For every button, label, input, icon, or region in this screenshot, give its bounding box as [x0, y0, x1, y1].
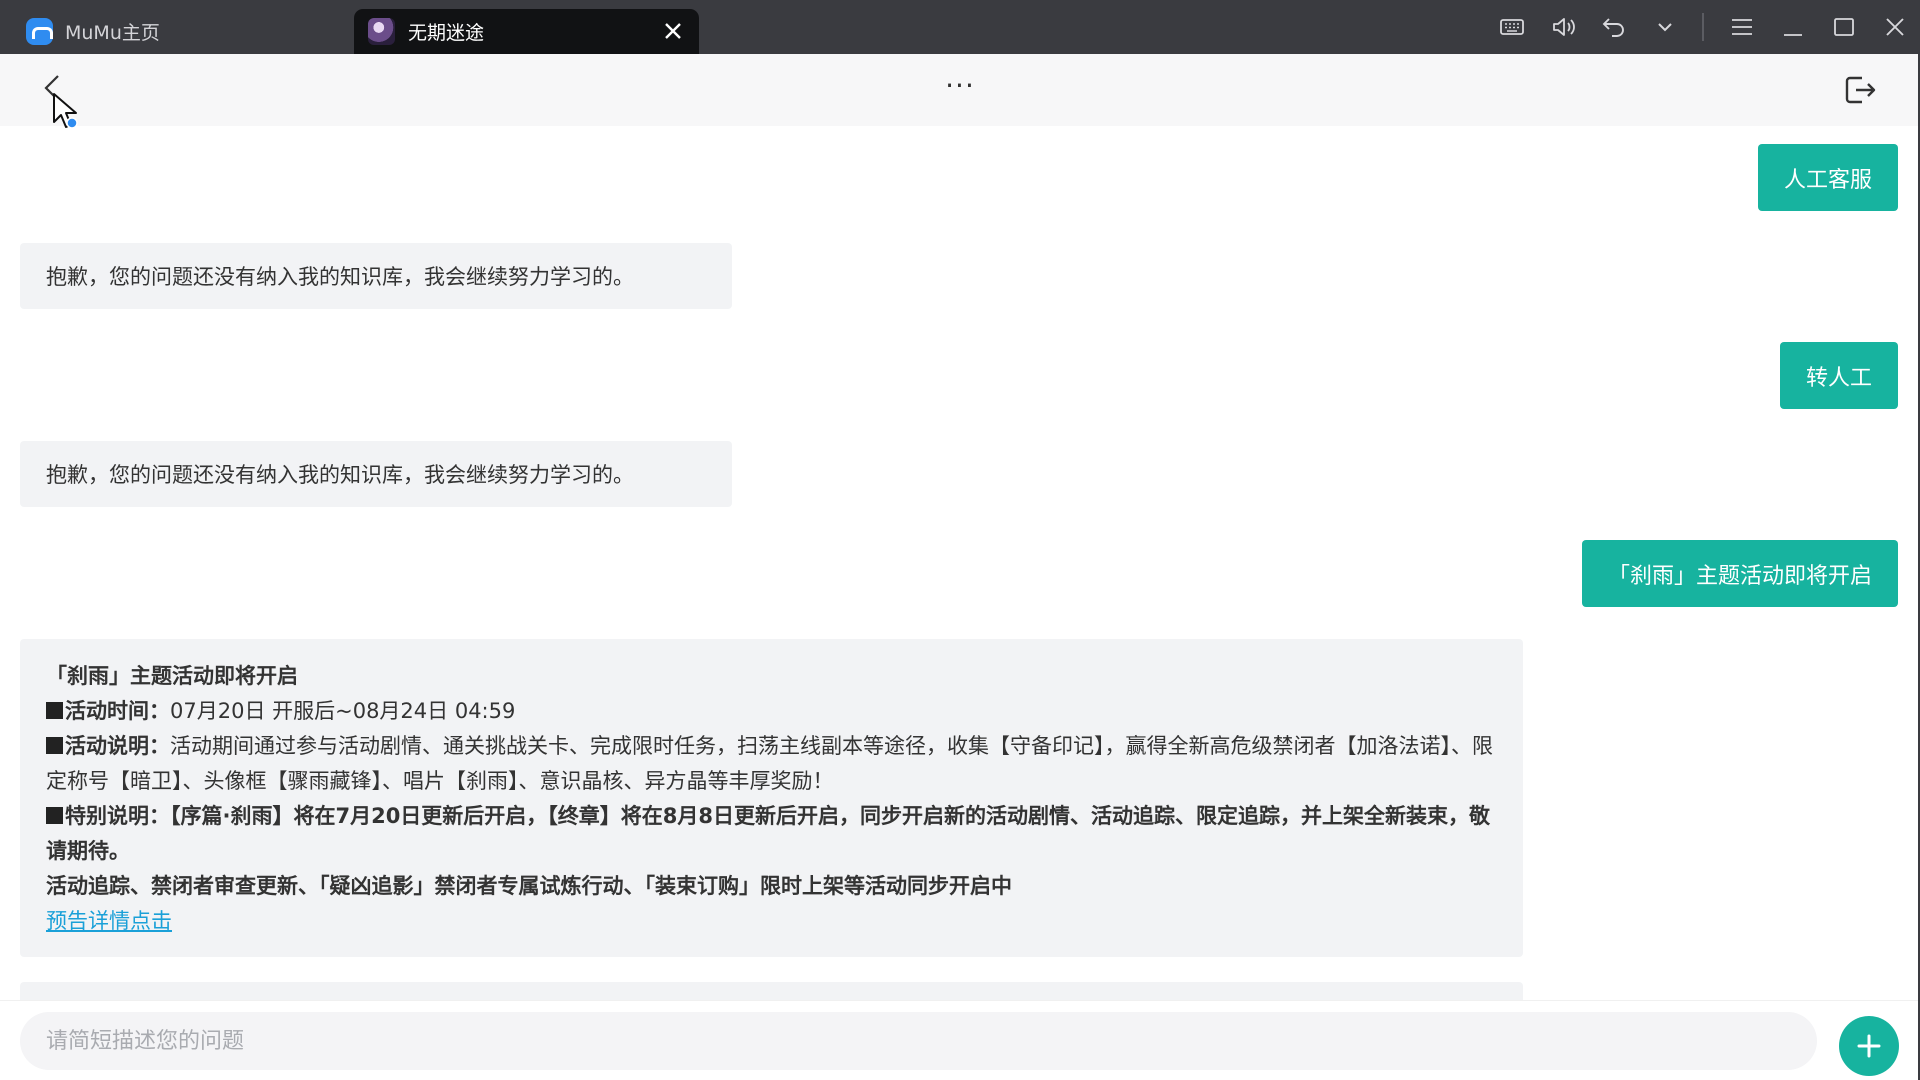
- user-message-bubble[interactable]: 转人工: [1779, 342, 1898, 409]
- message-input-bar: [0, 1000, 1918, 1080]
- tab-game[interactable]: 无期迷途: [354, 9, 699, 54]
- keyboard-icon[interactable]: [1486, 0, 1537, 54]
- divider: [1702, 13, 1704, 41]
- undo-icon[interactable]: [1588, 0, 1639, 54]
- bullet-square-icon: [46, 807, 63, 824]
- special-label: 特别说明：: [65, 804, 170, 828]
- tab-close-icon[interactable]: [659, 17, 687, 45]
- desc-value: 活动期间通过参与活动剧情、通关挑战关卡、完成限时任务，扫荡主线副本等途径，收集【…: [46, 734, 1493, 793]
- game-avatar-icon: [368, 18, 395, 45]
- logout-icon: [1845, 76, 1876, 104]
- menu-icon[interactable]: [1716, 0, 1767, 54]
- bot-message-bubble: 抱歉，您的问题还没有纳入我的知识库，我会继续努力学习的。: [20, 441, 732, 507]
- announcement-special: 特别说明：【序篇·刹雨】将在7月20日更新后开启，【终章】将在8月8日更新后开启…: [46, 799, 1497, 869]
- time-label: 活动时间：: [65, 699, 170, 723]
- announcement-time: 活动时间：07月20日 开服后~08月24日 04:59: [46, 694, 1497, 729]
- user-message-bubble[interactable]: 人工客服: [1757, 144, 1898, 211]
- chat-header: ···: [0, 54, 1918, 126]
- plus-icon: [1857, 1034, 1881, 1058]
- window-controls: [1486, 0, 1920, 54]
- time-value: 07月20日 开服后~08月24日 04:59: [170, 699, 516, 723]
- add-attachment-button[interactable]: [1839, 1016, 1899, 1076]
- chevron-down-icon[interactable]: [1639, 0, 1690, 54]
- mumu-logo-icon: [26, 18, 53, 45]
- close-icon[interactable]: [1869, 0, 1920, 54]
- emulator-titlebar: MuMu主页 无期迷途: [0, 0, 1920, 54]
- tab-mumu-home[interactable]: MuMu主页: [14, 9, 344, 54]
- minimize-icon[interactable]: [1767, 0, 1818, 54]
- announcement-extra: 活动追踪、禁闭者审查更新、「疑凶追影」禁闭者专属试炼行动、「装束订购」限时上架等…: [46, 874, 1012, 898]
- bot-message-text: 抱歉，您的问题还没有纳入我的知识库，我会继续努力学习的。: [46, 463, 634, 487]
- bot-message-bubble-partial: [20, 982, 1523, 1000]
- more-options-button[interactable]: ···: [940, 72, 980, 108]
- announcement-bubble: 「刹雨」主题活动即将开启 活动时间：07月20日 开服后~08月24日 04:5…: [20, 639, 1523, 957]
- bullet-square-icon: [46, 737, 63, 754]
- user-message-bubble[interactable]: 「刹雨」主题活动即将开启: [1581, 540, 1898, 607]
- announcement-detail-link[interactable]: 预告详情点击: [46, 909, 172, 933]
- chat-message-list[interactable]: 人工客服 抱歉，您的问题还没有纳入我的知识库，我会继续努力学习的。 转人工 抱歉…: [0, 126, 1918, 1000]
- desc-label: 活动说明：: [65, 734, 170, 758]
- announcement-description: 活动说明：活动期间通过参与活动剧情、通关挑战关卡、完成限时任务，扫荡主线副本等途…: [46, 729, 1497, 799]
- special-value: 【序篇·刹雨】将在7月20日更新后开启，【终章】将在8月8日更新后开启，同步开启…: [46, 804, 1491, 863]
- tab-label: 无期迷途: [408, 22, 485, 44]
- announcement-title: 「刹雨」主题活动即将开启: [46, 664, 298, 688]
- message-input[interactable]: [20, 1012, 1817, 1070]
- mouse-cursor-icon: [53, 93, 78, 129]
- bullet-square-icon: [46, 702, 63, 719]
- volume-icon[interactable]: [1537, 0, 1588, 54]
- exit-button[interactable]: [1840, 70, 1880, 110]
- bot-message-text: 抱歉，您的问题还没有纳入我的知识库，我会继续努力学习的。: [46, 265, 634, 289]
- bot-message-bubble: 抱歉，您的问题还没有纳入我的知识库，我会继续努力学习的。: [20, 243, 732, 309]
- tab-label: MuMu主页: [65, 22, 160, 44]
- maximize-icon[interactable]: [1818, 0, 1869, 54]
